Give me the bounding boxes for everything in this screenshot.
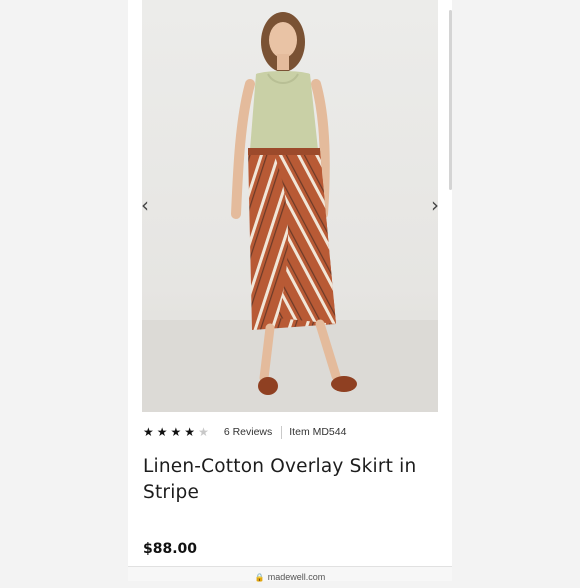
rating-stars: ★ ★ ★ ★ ★ xyxy=(143,426,212,438)
product-title: Linen-Cotton Overlay Skirt in Stripe xyxy=(143,456,417,503)
chevron-right-icon[interactable]: › xyxy=(430,194,440,216)
reviews-link[interactable]: 6 Reviews xyxy=(224,426,272,438)
star-icon: ★ xyxy=(156,425,168,439)
scrollbar[interactable] xyxy=(449,10,452,190)
product-price: $88.00 xyxy=(143,541,198,557)
url-text: madewell.com xyxy=(267,572,326,582)
chevron-left-icon[interactable]: ‹ xyxy=(140,194,150,216)
item-number: Item MD544 xyxy=(289,426,347,438)
lock-icon: 🔒 xyxy=(254,573,265,582)
divider xyxy=(281,425,283,439)
model-illustration xyxy=(142,12,438,412)
product-image[interactable] xyxy=(142,0,438,412)
browser-url-bar[interactable]: 🔒 madewell.com xyxy=(128,566,452,582)
product-meta: ★ ★ ★ ★ ★ 6 Reviews Item MD544 xyxy=(143,424,346,440)
star-empty-icon: ★ xyxy=(198,425,209,439)
star-icon: ★ xyxy=(184,425,196,439)
star-icon: ★ xyxy=(170,425,182,439)
star-icon: ★ xyxy=(143,425,154,439)
